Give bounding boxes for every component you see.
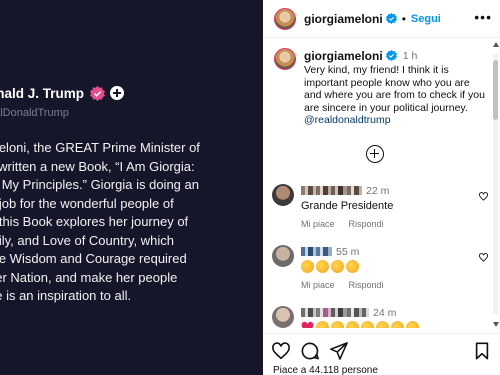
avatar[interactable] xyxy=(274,48,296,70)
post-caption: giorgiameloni 1 h Very kind, my friend! … xyxy=(274,48,489,127)
heart-icon[interactable] xyxy=(479,253,488,262)
comment-emoji-reactions xyxy=(301,260,481,274)
verified-badge-icon xyxy=(385,13,397,24)
embedded-handle: ealDonaldTrump xyxy=(0,107,69,119)
red-heart-icon xyxy=(301,321,314,328)
clapping-hands-icon xyxy=(331,321,344,328)
follow-button[interactable]: Segui xyxy=(411,13,441,25)
clapping-hands-icon xyxy=(376,321,389,328)
scrollbar[interactable] xyxy=(493,42,499,327)
embedded-text-line: her Nation, and make her people xyxy=(0,269,178,285)
clapping-hands-icon xyxy=(361,321,374,328)
heart-icon[interactable] xyxy=(272,342,290,360)
verified-badge-icon xyxy=(385,50,397,61)
post-side-panel: giorgiameloni • Segui ••• giorgiameloni … xyxy=(263,0,500,375)
embedded-text-line: mily, and Love of Country, which xyxy=(0,232,174,248)
obscured-username[interactable] xyxy=(301,186,362,195)
embedded-text-line: the Wisdom and Courage required xyxy=(0,251,187,266)
load-more-comments-icon[interactable] xyxy=(366,145,384,163)
embedded-text-line: d this Book explores her journey of xyxy=(0,214,189,229)
clapping-hands-icon xyxy=(391,321,404,328)
comment-text: Grande Presidente xyxy=(301,200,394,212)
obscured-username[interactable] xyxy=(301,308,369,317)
mention-link[interactable]: @realdonaldtrump xyxy=(304,114,489,127)
comments-scroll-area[interactable]: giorgiameloni 1 h Very kind, my friend! … xyxy=(263,38,500,328)
header-username[interactable]: giorgiameloni xyxy=(304,12,383,26)
obscured-username[interactable] xyxy=(301,247,332,256)
comment-like-button[interactable]: Mi piace xyxy=(301,219,335,229)
scrollbar-thumb[interactable] xyxy=(493,60,498,120)
embedded-post-card: onald J. Trump ealDonaldTrump Meloni, th… xyxy=(0,82,263,306)
comment-item: 24 m xyxy=(272,306,487,328)
clapping-hands-icon xyxy=(346,260,359,273)
embedded-author-name: onald J. Trump xyxy=(0,85,85,101)
more-options-icon[interactable]: ••• xyxy=(474,10,492,24)
clapping-hands-icon xyxy=(406,321,419,328)
comment-timestamp: 55 m xyxy=(336,245,360,258)
embedded-text-line: he is an inspiration to all. xyxy=(0,288,132,303)
clapping-hands-icon xyxy=(301,260,314,273)
caption-username[interactable]: giorgiameloni xyxy=(304,49,383,63)
clapping-hands-icon xyxy=(316,260,329,273)
embedded-text-line: s written a new Book, “I Am Giorgia: xyxy=(0,158,195,174)
scroll-up-icon[interactable] xyxy=(493,42,499,47)
comment-timestamp: 22 m xyxy=(366,184,390,197)
verified-badge-icon xyxy=(90,85,106,101)
avatar[interactable] xyxy=(272,184,294,206)
comment-item: 55 m Mi piace Rispondi xyxy=(272,245,488,290)
post-actions-bar: Piace a 44.118 persone xyxy=(263,333,500,375)
comment-reply-button[interactable]: Rispondi xyxy=(349,219,384,229)
comment-item: 22 m Grande Presidente Mi piace Rispondi xyxy=(272,184,488,229)
plus-icon[interactable] xyxy=(110,86,125,100)
separator-dot: • xyxy=(401,11,406,26)
comment-emoji-reactions xyxy=(301,321,481,328)
embedded-post-text: Meloni, the GREAT Prime Minister of s wr… xyxy=(0,139,263,306)
share-icon[interactable] xyxy=(330,342,348,360)
avatar[interactable] xyxy=(272,245,294,267)
clapping-hands-icon xyxy=(346,321,359,328)
post-header: giorgiameloni • Segui ••• xyxy=(263,0,500,38)
clapping-hands-icon xyxy=(316,321,329,328)
embedded-text-line: Meloni, the GREAT Prime Minister of xyxy=(0,140,200,155)
avatar[interactable] xyxy=(274,7,296,30)
comment-timestamp: 24 m xyxy=(373,306,397,319)
comment-icon[interactable] xyxy=(301,342,319,360)
bookmark-icon[interactable] xyxy=(473,342,491,360)
embedded-text-line: s, My Principles.” Giorgia is doing an xyxy=(0,177,199,192)
heart-icon[interactable] xyxy=(479,192,488,201)
embedded-author-row: onald J. Trump xyxy=(0,82,263,104)
post-media[interactable]: onald J. Trump ealDonaldTrump Meloni, th… xyxy=(0,0,263,375)
likes-count[interactable]: Piace a 44.118 persone xyxy=(273,365,378,375)
comment-reply-button[interactable]: Rispondi xyxy=(349,280,384,290)
caption-timestamp: 1 h xyxy=(402,49,418,62)
comment-like-button[interactable]: Mi piace xyxy=(301,280,335,290)
caption-text: Very kind, my friend! I think it is impo… xyxy=(304,64,485,114)
embedded-text-line: e job for the wonderful people of xyxy=(0,195,174,211)
clapping-hands-icon xyxy=(331,260,344,273)
scroll-down-icon[interactable] xyxy=(493,322,499,327)
avatar[interactable] xyxy=(272,306,294,328)
